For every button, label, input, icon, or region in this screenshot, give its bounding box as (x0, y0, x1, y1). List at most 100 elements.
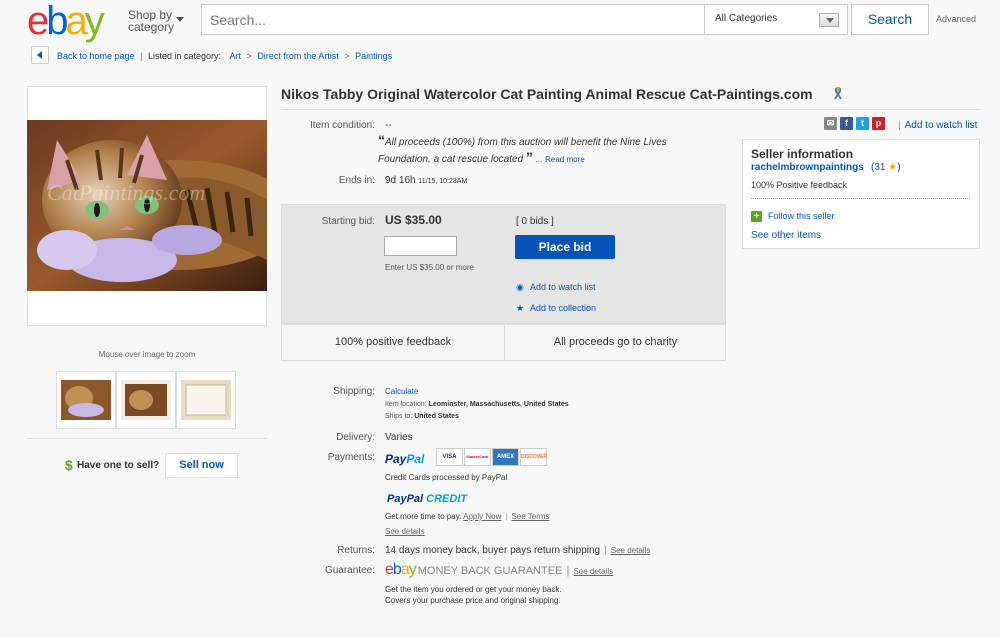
ellipsis: ... (535, 155, 543, 164)
item-condition-value: -- (385, 120, 392, 131)
guarantee-label: Guarantee: (324, 565, 375, 576)
returns-label: Returns: (337, 545, 375, 556)
email-icon[interactable]: ✉ (824, 117, 837, 130)
breadcrumb-art[interactable]: Art (230, 51, 242, 61)
bid-amount-input[interactable] (384, 236, 457, 256)
advanced-search-link[interactable]: Advanced (936, 14, 976, 24)
thumbnail-1[interactable] (56, 371, 116, 429)
ends-in-label: Ends in: (338, 175, 375, 186)
seller-name-link[interactable]: rachelmbrownpaintings (751, 162, 864, 173)
thumbnail-2[interactable] (116, 371, 176, 429)
mbg-text: MONEY BACK GUARANTEE (417, 565, 563, 577)
shop-by-category-button[interactable]: Shop by category (128, 9, 190, 33)
quote-text: All proceeds (100%) from this auction wi… (378, 137, 667, 165)
item-location-value: Leominster, Massachusetts, United States (428, 401, 569, 408)
paypal-credit-logo: PayPal CREDIT (387, 493, 467, 505)
see-terms-link[interactable]: See Terms (511, 512, 549, 521)
guarantee-see-details-link[interactable]: See details (574, 567, 614, 576)
payments-label: Payments: (327, 452, 375, 463)
seller-score-link[interactable]: 31 (874, 162, 885, 173)
share-icons: ✉ f t p (824, 117, 888, 130)
ships-to-label: Ships to: (385, 413, 413, 420)
mbg-logo-y: y (408, 561, 417, 578)
sell-now-button[interactable]: Sell now (165, 453, 238, 478)
logo-letter-y: y (84, 0, 105, 43)
image-watermark: CatPaintings.com (47, 180, 205, 205)
thumbnail-3[interactable] (176, 371, 236, 429)
highlights-bar: 100% positive feedback All proceeds go t… (281, 324, 726, 361)
logo-letter-b: b (46, 0, 68, 43)
back-arrow-icon[interactable] (31, 46, 49, 64)
apply-now-link[interactable]: Apply Now (463, 512, 501, 521)
positive-feedback-highlight: 100% positive feedback (334, 336, 452, 348)
returns-see-details-link[interactable]: See details (611, 546, 651, 555)
listed-in-label: Listed in category: (147, 51, 221, 61)
twitter-icon[interactable]: t (856, 117, 869, 130)
watch-list-label[interactable]: Add to watch list (530, 282, 596, 292)
logo-letter-a: a (65, 0, 88, 43)
mbg-logo-b: b (392, 561, 402, 578)
have-one-to-sell-label: Have one to sell? (77, 460, 160, 471)
mbg-logo-e: e (385, 561, 394, 578)
bid-hint: Enter US $35.00 or more (385, 263, 474, 272)
ebay-logo[interactable]: ebay (27, 0, 122, 43)
quote-close: ” (525, 149, 533, 165)
mastercard-icon: MasterCard (464, 448, 491, 466)
zoom-tip: Mouse over image to zoom (98, 350, 196, 359)
seller-feedback: 100% Positive feedback (751, 180, 848, 190)
delivery-label: Delivery: (336, 432, 375, 443)
bid-count-link[interactable]: [ 0 bids ] (516, 216, 554, 227)
star-icon: ★ (516, 303, 525, 313)
shop-by-line2: category (128, 20, 175, 34)
search-input[interactable] (202, 5, 704, 34)
collection-label[interactable]: Add to collection (530, 303, 596, 313)
starting-bid-label: Starting bid: (321, 216, 375, 227)
calculate-shipping-link[interactable]: Calculate (385, 387, 418, 396)
time-left: 9d 16h (385, 175, 416, 186)
ppc-part-2: CREDIT (426, 493, 468, 505)
item-title: Nikos Tabby Original Watercolor Cat Pain… (281, 86, 813, 102)
returns-text: 14 days money back, buyer pays return sh… (385, 545, 601, 556)
visa-icon: VISA (436, 448, 463, 466)
add-to-collection[interactable]: ★ Add to collection (516, 303, 596, 314)
divider (27, 438, 267, 439)
ships-to: Ships to: United States (385, 413, 459, 420)
read-more-link[interactable]: Read more (545, 155, 585, 164)
seller-divider (751, 198, 970, 199)
dropdown-arrow-icon (819, 13, 839, 27)
category-select-value: All Categories (715, 13, 778, 24)
breadcrumb-paintings[interactable]: Paintings (355, 51, 392, 61)
follow-seller-link[interactable]: + Follow this seller (751, 211, 835, 222)
score-close: ) (897, 162, 901, 173)
starting-bid-price: US $35.00 (385, 213, 442, 227)
search-box (201, 4, 704, 35)
item-location-label: Item location: (385, 401, 427, 408)
follow-label: Follow this seller (768, 211, 835, 221)
place-bid-button[interactable]: Place bid (515, 235, 615, 259)
payment-see-details-link[interactable]: See details (385, 527, 425, 536)
item-description-quote: “All proceeds (100%) from this auction w… (378, 133, 708, 167)
search-button[interactable]: Search (851, 4, 929, 35)
logo-letter-e: e (27, 0, 49, 43)
add-to-watch-list-link[interactable]: Add to watch list (905, 120, 978, 131)
back-home-link[interactable]: Back to home page (57, 51, 135, 61)
ships-to-value: United States (414, 413, 459, 420)
charity-highlight: All proceeds go to charity (504, 325, 726, 360)
quote-open: “ (378, 132, 385, 148)
pinterest-icon[interactable]: p (872, 117, 885, 130)
add-to-watch-list-top[interactable]: | Add to watch list (898, 120, 977, 131)
add-to-watch-list-bid[interactable]: ◉ Add to watch list (516, 282, 596, 293)
caret-down-icon (176, 17, 184, 22)
category-select[interactable]: All Categories (704, 4, 848, 35)
delivery-value: Varies (385, 432, 413, 443)
breadcrumb-direct-from-artist[interactable]: Direct from the Artist (257, 51, 339, 61)
plus-icon: + (751, 211, 762, 222)
eye-icon: ◉ (516, 282, 524, 292)
guarantee-line-1: Get the item you ordered or get your mon… (385, 585, 562, 594)
see-other-items-link[interactable]: See other items (751, 230, 821, 241)
guarantee-line-2: Covers your purchase price and original … (385, 596, 561, 605)
main-item-image[interactable]: CatPaintings.com (27, 120, 267, 291)
facebook-icon[interactable]: f (840, 117, 853, 130)
paypal-part-2: Pal (406, 452, 425, 466)
separator: | (898, 120, 901, 131)
